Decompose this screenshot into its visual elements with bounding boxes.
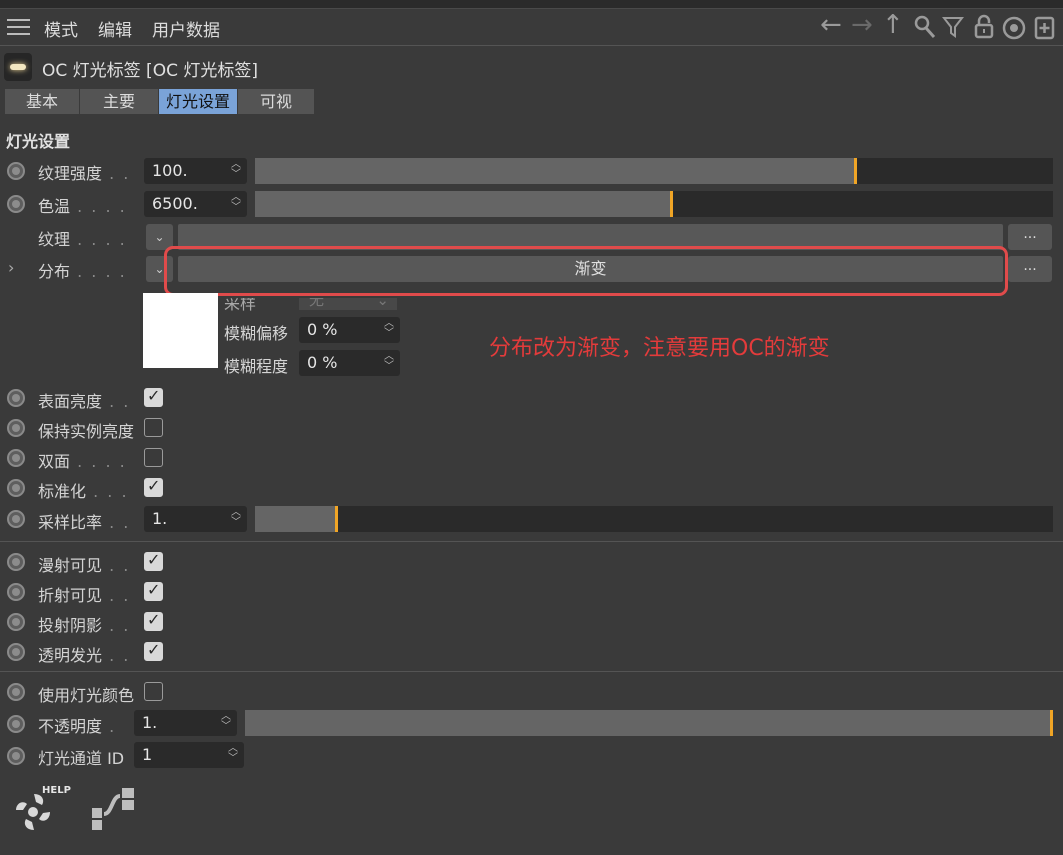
color-temp-input[interactable]: 6500. ︿ ﹀ bbox=[144, 191, 247, 217]
annotation-highlight-box bbox=[164, 246, 1008, 296]
param-label: 标准化 . . . bbox=[38, 482, 129, 501]
tab-light-settings[interactable]: 灯光设置 bbox=[159, 89, 238, 114]
blur-degree-input[interactable]: 0 % ︿ ﹀ bbox=[299, 350, 400, 376]
param-label: 投射阴影 . . bbox=[38, 616, 131, 635]
diffuse-visible-checkbox[interactable] bbox=[144, 550, 163, 571]
use-light-color-checkbox[interactable] bbox=[144, 682, 163, 701]
texture-more-button[interactable]: ... bbox=[1008, 224, 1052, 250]
light-tag-icon bbox=[4, 53, 32, 81]
texture-preview bbox=[143, 293, 218, 368]
param-label: 保持实例亮度 bbox=[38, 422, 135, 441]
cast-shadows-checkbox[interactable] bbox=[144, 610, 163, 631]
target-icon[interactable] bbox=[1002, 16, 1026, 40]
menu-user-data[interactable]: 用户数据 bbox=[152, 16, 220, 41]
search-icon[interactable] bbox=[914, 15, 936, 39]
tab-basic[interactable]: 基本 bbox=[5, 89, 80, 114]
forward-arrow-icon[interactable]: → bbox=[851, 12, 873, 38]
anim-radio-icon[interactable] bbox=[7, 643, 25, 661]
anim-radio-icon[interactable] bbox=[7, 553, 25, 571]
blur-offset-input[interactable]: 0 % ︿ ﹀ bbox=[299, 317, 400, 343]
param-label: 采样比率 . . bbox=[38, 513, 131, 532]
distribution-more-button[interactable]: ... bbox=[1008, 256, 1052, 282]
surface-brightness-checkbox[interactable] bbox=[144, 386, 163, 407]
help-label: HELP bbox=[42, 785, 71, 796]
anim-radio-icon[interactable] bbox=[7, 715, 25, 733]
param-label: 双面 . . . . bbox=[38, 452, 127, 471]
window-top-strip bbox=[0, 0, 1063, 9]
param-label: 折射可见 . . bbox=[38, 586, 131, 605]
color-temp-slider[interactable] bbox=[255, 191, 1053, 217]
light-pass-id-input[interactable]: 1 ︿ ﹀ bbox=[134, 742, 244, 768]
transparent-emission-checkbox[interactable] bbox=[144, 640, 163, 661]
node-editor-icon[interactable] bbox=[90, 786, 138, 834]
annotation-text: 分布改为渐变，注意要用OC的渐变 bbox=[489, 336, 830, 361]
anim-radio-icon[interactable] bbox=[7, 195, 25, 213]
refraction-visible-checkbox[interactable] bbox=[144, 580, 163, 601]
blur-offset-label: 模糊偏移 bbox=[224, 324, 289, 343]
texture-strength-slider[interactable] bbox=[255, 158, 1053, 184]
param-label: 使用灯光颜色 bbox=[38, 686, 135, 705]
normalize-checkbox[interactable] bbox=[144, 476, 163, 497]
anim-radio-icon[interactable] bbox=[7, 479, 25, 497]
menu-edit[interactable]: 编辑 bbox=[98, 16, 132, 41]
tab-main[interactable]: 主要 bbox=[80, 89, 159, 114]
double-sided-checkbox[interactable] bbox=[144, 448, 163, 467]
anim-radio-icon[interactable] bbox=[7, 419, 25, 437]
object-title: OC 灯光标签 [OC 灯光标签] bbox=[42, 61, 258, 81]
param-label: 纹理 . . . . bbox=[38, 230, 127, 249]
sample-rate-slider[interactable] bbox=[255, 506, 1053, 532]
anim-radio-icon[interactable] bbox=[7, 389, 25, 407]
anim-radio-icon[interactable] bbox=[7, 613, 25, 631]
param-label: 灯光通道 ID bbox=[38, 749, 125, 768]
new-panel-icon[interactable] bbox=[1034, 16, 1056, 40]
section-title: 灯光设置 bbox=[6, 132, 71, 151]
anim-radio-icon[interactable] bbox=[7, 510, 25, 528]
menu-mode[interactable]: 模式 bbox=[44, 16, 78, 41]
menu-bar: 模式 编辑 用户数据 ← → ↑ bbox=[0, 9, 1063, 45]
blur-degree-label: 模糊程度 bbox=[224, 357, 289, 376]
hamburger-menu-icon[interactable] bbox=[7, 18, 31, 36]
up-arrow-icon[interactable]: ↑ bbox=[882, 12, 904, 38]
anim-radio-icon[interactable] bbox=[7, 683, 25, 701]
param-label: 纹理强度 . . bbox=[38, 164, 131, 183]
param-label: 不透明度 . bbox=[38, 717, 117, 736]
keep-instance-brightness-checkbox[interactable] bbox=[144, 418, 163, 437]
tab-visibility[interactable]: 可视 bbox=[238, 89, 315, 114]
opacity-input[interactable]: 1. ︿ ﹀ bbox=[134, 710, 237, 736]
anim-radio-icon[interactable] bbox=[7, 449, 25, 467]
anim-radio-icon[interactable] bbox=[7, 747, 25, 765]
sample-rate-input[interactable]: 1. ︿ ﹀ bbox=[144, 506, 247, 532]
lock-icon[interactable] bbox=[973, 14, 995, 40]
texture-strength-input[interactable]: 100. ︿ ﹀ bbox=[144, 158, 247, 184]
anim-radio-icon[interactable] bbox=[7, 162, 25, 180]
param-label: 色温 . . . . bbox=[38, 197, 127, 216]
param-label: 漫射可见 . . bbox=[38, 556, 131, 575]
expand-chevron-icon[interactable]: › bbox=[8, 258, 14, 277]
param-label: 透明发光 . . bbox=[38, 646, 131, 665]
param-label: 表面亮度 . . bbox=[38, 392, 131, 411]
back-arrow-icon[interactable]: ← bbox=[820, 12, 842, 38]
opacity-slider[interactable] bbox=[245, 710, 1053, 736]
anim-radio-icon[interactable] bbox=[7, 583, 25, 601]
filter-icon[interactable] bbox=[942, 16, 964, 38]
param-label: 分布 . . . . bbox=[38, 262, 127, 281]
